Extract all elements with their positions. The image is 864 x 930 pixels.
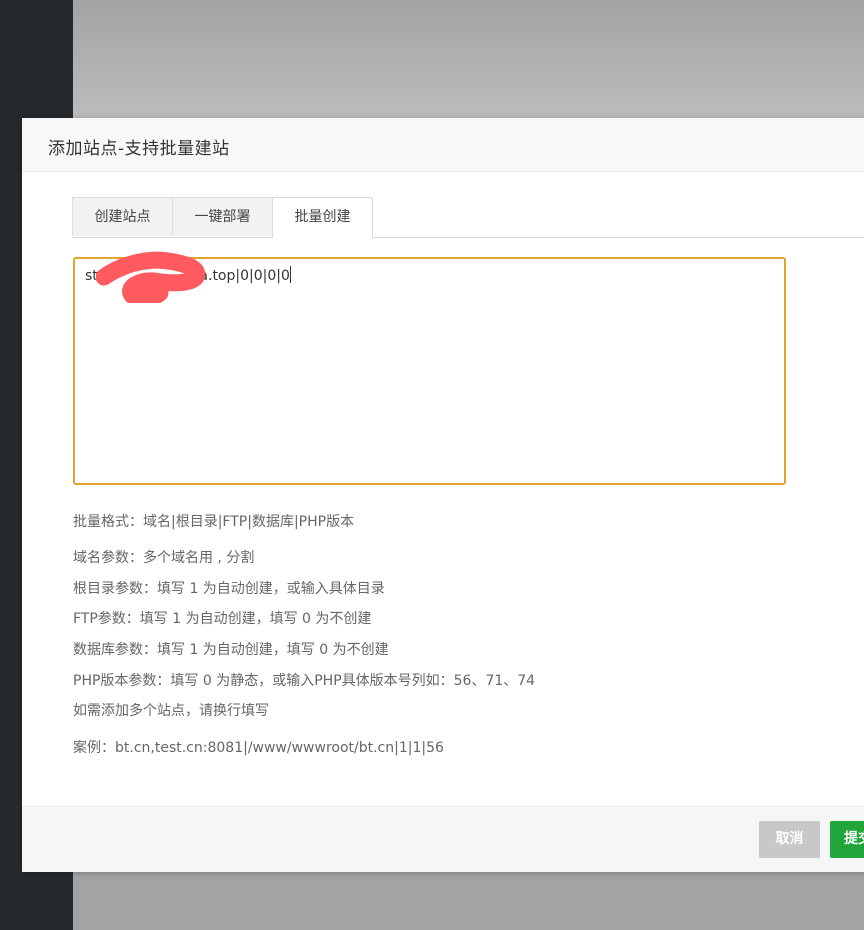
help-ftp: FTP参数：填写 1 为自动创建，填写 0 为不创建 bbox=[73, 611, 372, 627]
help-format: 批量格式：域名|根目录|FTP|数据库|PHP版本 bbox=[73, 514, 355, 530]
cancel-button[interactable]: 取消 bbox=[759, 821, 820, 858]
help-multi-line: 如需添加多个站点，请换行填写 bbox=[73, 703, 269, 719]
dialog-title: 添加站点-支持批量建站 bbox=[48, 139, 230, 159]
tab-create-site[interactable]: 创建站点 bbox=[72, 197, 173, 236]
tab-one-click-deploy[interactable]: 一键部署 bbox=[172, 197, 273, 236]
redaction-scribble bbox=[96, 251, 206, 303]
help-php: PHP版本参数：填写 0 为静态，或输入PHP具体版本号列如：56、71、74 bbox=[73, 673, 536, 689]
help-example: 案例：bt.cn,test.cn:8081|/www/wwwroot/bt.cn… bbox=[73, 740, 444, 756]
dialog-footer: 取消 提交 bbox=[22, 806, 864, 872]
help-root: 根目录参数：填写 1 为自动创建，或输入具体目录 bbox=[73, 581, 385, 597]
help-database: 数据库参数：填写 1 为自动创建，填写 0 为不创建 bbox=[73, 642, 389, 658]
background-overlay-bottom bbox=[73, 872, 864, 930]
tab-bar: 创建站点 一键部署 批量创建 bbox=[72, 197, 864, 238]
background-overlay bbox=[73, 0, 864, 118]
help-domain: 域名参数：多个域名用 , 分割 bbox=[73, 550, 255, 566]
text-caret bbox=[289, 266, 291, 283]
submit-button[interactable]: 提交 bbox=[830, 821, 864, 858]
add-site-dialog: 添加站点-支持批量建站 创建站点 一键部署 批量创建 st ea.top|0|0|… bbox=[22, 118, 864, 872]
tab-batch-create[interactable]: 批量创建 bbox=[272, 197, 373, 238]
dialog-header: 添加站点-支持批量建站 bbox=[22, 118, 864, 172]
